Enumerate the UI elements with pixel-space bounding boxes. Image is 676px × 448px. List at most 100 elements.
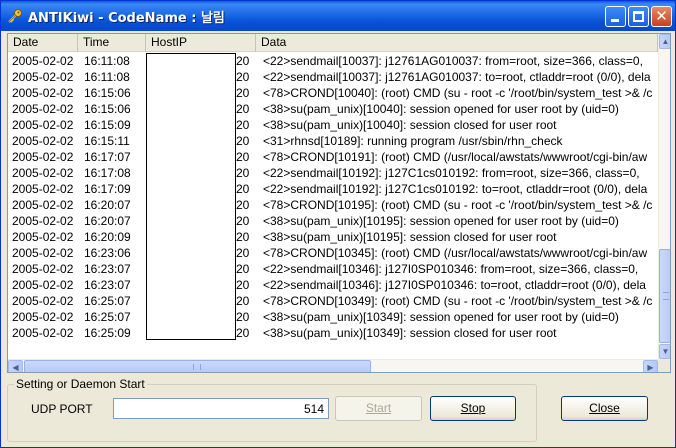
start-button[interactable]: Start	[335, 396, 422, 421]
vertical-scroll-thumb[interactable]	[659, 249, 670, 343]
cell-data: <38>su(pam_unix)[10040]: session opened …	[263, 102, 619, 116]
cell-data: <22>sendmail[10346]: j127I0SP010346: fro…	[263, 262, 639, 276]
cell-time: 16:23:06	[84, 246, 131, 260]
table-row[interactable]: 2005-02-02 16:20:07 20 <78>CROND[10195]: (r…	[8, 197, 658, 213]
cell-time: 16:25:07	[84, 294, 131, 308]
cell-hostip-text: 20	[236, 182, 250, 196]
cell-time: 16:23:07	[84, 278, 131, 292]
cell-date: 2005-02-02	[12, 310, 74, 324]
log-list[interactable]: Date Time HostIP Data 2005-02-02 16:11:08…	[7, 33, 671, 373]
close-button[interactable]: Close	[561, 396, 648, 421]
table-row[interactable]: 2005-02-02 16:17:07 20 <78>CROND[10191]: (r…	[8, 149, 658, 165]
cell-hostip-text: 20	[236, 230, 250, 244]
cell-time: 16:20:07	[84, 214, 131, 228]
vertical-scrollbar[interactable]: ▲ ▼	[658, 34, 670, 359]
cell-data: <78>CROND[10345]: (root) CMD (/usr/local…	[263, 246, 648, 260]
cell-time: 16:23:07	[84, 262, 131, 276]
cell-date: 2005-02-02	[12, 54, 74, 68]
cell-date: 2005-02-02	[12, 278, 74, 292]
table-row[interactable]: 2005-02-02 16:25:09 20 <38>su(pam_unix)[103…	[8, 325, 658, 341]
arrow-down-icon: ▼	[661, 347, 670, 356]
cell-data: <38>su(pam_unix)[10349]: session closed …	[263, 326, 557, 340]
horizontal-scroll-thumb[interactable]	[24, 360, 371, 372]
cell-hostip-text: 20	[236, 310, 250, 324]
column-header-hostip[interactable]: HostIP	[146, 34, 256, 52]
cell-hostip-text: 20	[236, 326, 250, 340]
close-icon: ✕	[655, 7, 668, 25]
list-body: 2005-02-02 16:11:08 20 <22>sendmail[10037]:…	[8, 53, 658, 359]
cell-hostip-text: 20	[236, 262, 250, 276]
settings-group-label: Setting or Daemon Start	[14, 377, 147, 391]
cell-hostip-text: 20	[236, 214, 250, 228]
close-window-button[interactable]: ✕	[651, 6, 672, 27]
udp-port-label: UDP PORT	[31, 402, 93, 416]
cell-date: 2005-02-02	[12, 294, 74, 308]
cell-data: <78>CROND[10349]: (root) CMD (su - root …	[263, 294, 653, 308]
scroll-down-button[interactable]: ▼	[659, 344, 670, 359]
cell-time: 16:15:06	[84, 102, 131, 116]
title-bar[interactable]: ANTIKiwi - CodeName : 날림 ✕	[1, 1, 675, 31]
table-row[interactable]: 2005-02-02 16:20:09 20 <38>su(pam_unix)[101…	[8, 229, 658, 245]
table-row[interactable]: 2005-02-02 16:11:08 20 <22>sendmail[10037]:…	[8, 69, 658, 85]
stop-button[interactable]: Stop	[430, 396, 516, 421]
table-row[interactable]: 2005-02-02 16:11:08 20 <22>sendmail[10037]:…	[8, 53, 658, 69]
table-row[interactable]: 2005-02-02 16:17:08 20 <22>sendmail[10192]:…	[8, 165, 658, 181]
start-button-label: Start	[365, 401, 392, 415]
table-row[interactable]: 2005-02-02 16:25:07 20 <78>CROND[10349]: (r…	[8, 293, 658, 309]
table-row[interactable]: 2005-02-02 16:23:07 20 <22>sendmail[10346]:…	[8, 261, 658, 277]
cell-time: 16:20:09	[84, 230, 131, 244]
cell-time: 16:25:09	[84, 326, 131, 340]
cell-date: 2005-02-02	[12, 70, 74, 84]
cell-time: 16:17:08	[84, 166, 131, 180]
cell-date: 2005-02-02	[12, 102, 74, 116]
cell-data: <78>CROND[10040]: (root) CMD (su - root …	[263, 86, 653, 100]
cell-hostip-text: 20	[236, 118, 250, 132]
scrollbar-corner	[658, 359, 670, 372]
cell-data: <38>su(pam_unix)[10195]: session opened …	[263, 214, 619, 228]
table-row[interactable]: 2005-02-02 16:15:06 20 <78>CROND[10040]: (r…	[8, 85, 658, 101]
column-header-date[interactable]: Date	[8, 34, 78, 52]
grip-icon	[193, 364, 201, 370]
cell-hostip-text: 20	[236, 70, 250, 84]
cell-time: 16:15:11	[84, 134, 130, 148]
table-row[interactable]: 2005-02-02 16:23:07 20 <22>sendmail[10346]:…	[8, 277, 658, 293]
cell-date: 2005-02-02	[12, 326, 74, 340]
cell-time: 16:25:07	[84, 310, 131, 324]
table-row[interactable]: 2005-02-02 16:15:11 20 <31>rhnsd[10189]: ru…	[8, 133, 658, 149]
table-row[interactable]: 2005-02-02 16:20:07 20 <38>su(pam_unix)[101…	[8, 213, 658, 229]
minimize-icon	[611, 19, 619, 22]
maximize-button[interactable]	[628, 6, 649, 27]
table-row[interactable]: 2005-02-02 16:15:09 20 <38>su(pam_unix)[100…	[8, 117, 658, 133]
cell-data: <38>su(pam_unix)[10040]: session closed …	[263, 118, 557, 132]
column-header-data[interactable]: Data	[256, 34, 658, 52]
cell-data: <22>sendmail[10192]: j127C1cs010192: to=…	[263, 182, 648, 196]
table-row[interactable]: 2005-02-02 16:15:06 20 <38>su(pam_unix)[100…	[8, 101, 658, 117]
cell-hostip-text: 20	[236, 198, 250, 212]
scroll-up-button[interactable]: ▲	[659, 34, 670, 49]
list-header: Date Time HostIP Data	[8, 34, 658, 52]
cell-date: 2005-02-02	[12, 118, 74, 132]
scroll-left-button[interactable]: ◀	[8, 360, 23, 372]
cell-data: <22>sendmail[10192]: j127C1cs010192: fro…	[263, 166, 640, 180]
cell-data: <78>CROND[10191]: (root) CMD (/usr/local…	[263, 150, 648, 164]
minimize-button[interactable]	[605, 6, 626, 27]
table-row[interactable]: 2005-02-02 16:17:09 20 <22>sendmail[10192]:…	[8, 181, 658, 197]
key-icon	[8, 9, 22, 23]
cell-data: <22>sendmail[10346]: j127I0SP010346: to=…	[263, 278, 646, 292]
cell-time: 16:17:09	[84, 182, 131, 196]
cell-data: <78>CROND[10195]: (root) CMD (su - root …	[263, 198, 653, 212]
horizontal-scrollbar[interactable]: ◀ ▶	[8, 359, 658, 372]
table-row[interactable]: 2005-02-02 16:25:07 20 <38>su(pam_unix)[103…	[8, 309, 658, 325]
cell-date: 2005-02-02	[12, 198, 74, 212]
cell-date: 2005-02-02	[12, 262, 74, 276]
udp-port-input[interactable]	[113, 398, 329, 419]
maximize-icon	[633, 11, 644, 22]
cell-date: 2005-02-02	[12, 166, 74, 180]
stop-button-label: Stop	[460, 401, 486, 415]
cell-time: 16:17:07	[84, 150, 131, 164]
close-button-label: Close	[589, 401, 620, 415]
cell-time: 16:15:09	[84, 118, 131, 132]
scroll-right-button[interactable]: ▶	[643, 360, 658, 372]
table-row[interactable]: 2005-02-02 16:23:06 20 <78>CROND[10345]: (r…	[8, 245, 658, 261]
column-header-time[interactable]: Time	[78, 34, 146, 52]
